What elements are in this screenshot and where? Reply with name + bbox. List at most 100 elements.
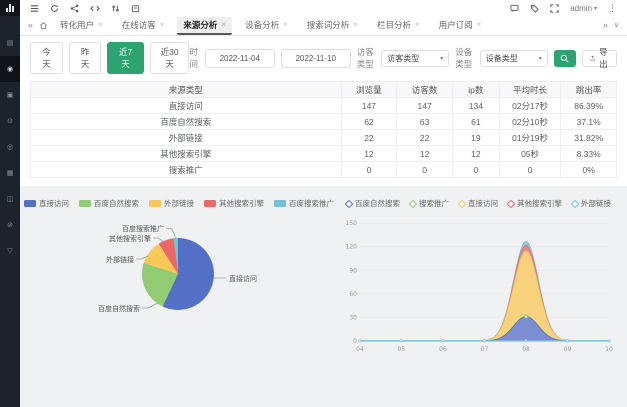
quick-range-button[interactable]: 今天 <box>30 42 63 74</box>
quick-range-button[interactable]: 近30天 <box>150 42 190 74</box>
table-cell: 0% <box>561 162 617 178</box>
table-section: 来源类型浏览量访客数ip数平均时长跳出率 直接访问14714713402分17秒… <box>20 79 627 186</box>
svg-text:07: 07 <box>481 346 489 353</box>
visitor-type-value: 访客类型 <box>387 53 419 64</box>
tab-close-icon[interactable]: × <box>415 20 420 29</box>
table-cell: 147 <box>341 98 397 114</box>
search-button[interactable] <box>554 50 576 67</box>
legend-item[interactable]: 直接访问 <box>459 198 498 209</box>
refresh-icon[interactable] <box>50 4 59 13</box>
user-dropdown[interactable]: admin ▾ <box>570 4 597 13</box>
home-tab-icon[interactable] <box>39 21 48 30</box>
tab-close-icon[interactable]: × <box>160 20 165 29</box>
svg-text:0: 0 <box>353 338 357 345</box>
share-icon[interactable] <box>70 4 79 13</box>
tab-item[interactable]: 搜索词分析× <box>301 17 364 35</box>
svg-text:60: 60 <box>349 291 357 298</box>
legend-item[interactable]: 其他搜索引擎 <box>204 198 264 209</box>
users-icon[interactable]: ◫ <box>0 186 20 212</box>
monitor-icon[interactable]: ◎ <box>0 134 20 160</box>
dashboard-icon[interactable]: ▤ <box>0 30 20 56</box>
pie-chart[interactable] <box>142 238 214 310</box>
quick-range-button[interactable]: 近7天 <box>107 42 143 74</box>
tab-item[interactable]: 在线访客× <box>116 17 171 35</box>
message-icon[interactable] <box>510 4 519 13</box>
pie-chart-card: 直接访问百度自然搜索外部链接其他搜索引擎百度搜索推广 直接访问 百度自然搜索 <box>30 194 328 407</box>
tab-item[interactable]: 来源分析× <box>177 17 232 35</box>
legend-marker-icon <box>507 199 515 207</box>
tab-item[interactable]: 设备分析 × <box>239 17 294 35</box>
legend-item[interactable]: 百度搜索推广 <box>274 198 334 209</box>
export-button[interactable]: 导出 <box>582 50 618 67</box>
area-chart-svg[interactable]: 030609012015004050607080910 <box>340 212 617 362</box>
tab-close-icon[interactable]: × <box>353 20 358 29</box>
tab-bar: « 转化用户×在线访客×来源分析×设备分析×搜索词分析×栏目分析×用户订阅× »… <box>20 16 627 36</box>
legend-item[interactable]: 外部链接 <box>149 198 194 209</box>
tab-item[interactable]: 栏目分析× <box>371 17 426 35</box>
tab-item[interactable]: 用户订阅× <box>433 17 488 35</box>
table-row: 搜索推广00000% <box>31 162 617 178</box>
content-icon[interactable]: ▦ <box>0 160 20 186</box>
quick-range-button[interactable]: 昨天 <box>69 42 102 74</box>
table-header-row: 来源类型浏览量访客数ip数平均时长跳出率 <box>31 82 617 98</box>
legend-item[interactable]: 百度自然搜索 <box>79 198 139 209</box>
svg-text:90: 90 <box>349 267 357 274</box>
app-logo[interactable] <box>0 0 20 16</box>
pie-label-baidu-organic: 百度自然搜索 <box>92 304 140 314</box>
menu-toggle-icon[interactable] <box>30 4 39 13</box>
export-icon <box>590 54 595 62</box>
history-icon[interactable]: ⊘ <box>0 212 20 238</box>
toolbar-left <box>30 4 140 13</box>
tab-close-icon[interactable]: × <box>477 20 482 29</box>
legend-item[interactable]: 外部链接 <box>572 198 611 209</box>
legend-item[interactable]: 其他搜索引擎 <box>508 198 562 209</box>
date-from-input[interactable] <box>205 49 275 68</box>
device-type-select[interactable]: 设备类型 ▾ <box>480 50 548 67</box>
archive-box-icon[interactable] <box>131 4 140 13</box>
more-options-icon[interactable]: ⋮ <box>608 3 617 14</box>
scroll-tabs-left-icon[interactable]: « <box>28 21 33 30</box>
legend-marker-icon <box>345 199 353 207</box>
date-to-input[interactable] <box>281 49 351 68</box>
messages-icon[interactable]: ▽ <box>0 238 20 264</box>
sidebar-menu: ▤◉▣⊙◎▦◫⊘▽ <box>0 30 20 264</box>
code-icon[interactable] <box>90 4 100 13</box>
table-cell: 01分19秒 <box>499 130 561 146</box>
tab-item[interactable]: 转化用户× <box>54 17 109 35</box>
legend-item[interactable]: 搜索推广 <box>410 198 449 209</box>
scroll-tabs-right-icon[interactable]: » <box>603 21 608 30</box>
sidebar: ▤◉▣⊙◎▦◫⊘▽ <box>0 0 20 407</box>
quick-range-group: 今天昨天近7天近30天 <box>30 42 190 74</box>
reports-icon[interactable]: ▣ <box>0 82 20 108</box>
pie-label-external: 外部链接 <box>102 255 134 265</box>
legend-item[interactable]: 百度自然搜索 <box>346 198 400 209</box>
table-cell: 22 <box>397 130 453 146</box>
table-cell: 02分10秒 <box>499 114 561 130</box>
table-cell: 8.33% <box>561 146 617 162</box>
tab-close-icon[interactable]: × <box>283 20 288 29</box>
source-table: 来源类型浏览量访客数ip数平均时长跳出率 直接访问14714713402分17秒… <box>30 81 617 178</box>
device-type-label: 设备类型 <box>455 46 473 70</box>
page-content: 今天昨天近7天近30天 时间 访客类型 访客类型 ▾ 设备类型 设备类型 ▾ <box>20 36 627 407</box>
tab-label: 设备分析 <box>245 19 279 31</box>
tab-actions-dropdown-icon[interactable]: ∨ <box>614 22 619 29</box>
table-cell: 0 <box>499 162 561 178</box>
tag-icon[interactable] <box>530 4 539 13</box>
legend-label: 外部链接 <box>164 198 194 209</box>
table-cell: 05秒 <box>499 146 561 162</box>
pie-label-other-engines: 其他搜索引擎 <box>102 234 151 244</box>
fullscreen-icon[interactable] <box>550 4 559 13</box>
table-cell: 37.1% <box>561 114 617 130</box>
analytics-icon[interactable]: ◉ <box>0 56 20 82</box>
tab-close-icon[interactable]: × <box>221 20 226 29</box>
visitor-type-select[interactable]: 访客类型 ▾ <box>381 50 449 67</box>
table-cell: 0 <box>397 162 453 178</box>
swap-icon[interactable] <box>111 4 120 13</box>
svg-text:08: 08 <box>522 346 530 353</box>
legend-marker-icon <box>204 200 216 207</box>
legend-label: 百度自然搜索 <box>355 198 400 209</box>
settings-icon[interactable]: ⊙ <box>0 108 20 134</box>
tab-close-icon[interactable]: × <box>98 20 103 29</box>
caret-down-icon: ▾ <box>594 5 597 12</box>
legend-item[interactable]: 直接访问 <box>24 198 69 209</box>
